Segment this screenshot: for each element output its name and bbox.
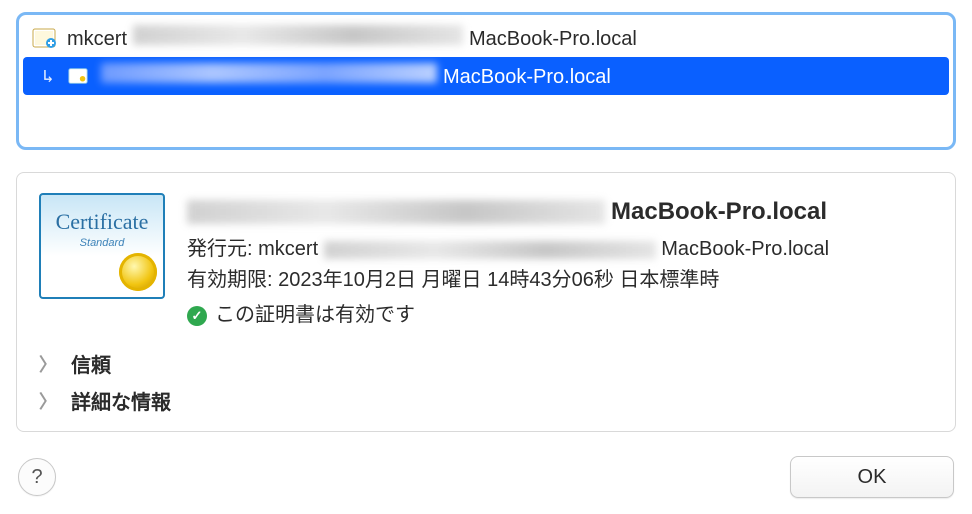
expiry-row: 有効期限: 2023年10月2日 月曜日 14時43分06秒 日本標準時: [187, 265, 933, 296]
redacted-text: [324, 241, 656, 259]
badge-title: Certificate: [56, 209, 149, 235]
certificate-row-root[interactable]: mkcert MacBook-Pro.local: [23, 19, 949, 57]
certificate-detail-panel: Certificate Standard MacBook-Pro.local 発…: [16, 172, 956, 432]
expiry-value: 2023年10月2日 月曜日 14時43分06秒 日本標準時: [278, 269, 719, 291]
validity-status-text: この証明書は有効です: [215, 300, 415, 331]
issuer-label: 発行元:: [187, 238, 253, 260]
expiry-label: 有効期限:: [187, 269, 273, 291]
root-cert-prefix: mkcert: [67, 28, 127, 51]
leaf-cert-suffix: MacBook-Pro.local: [443, 66, 611, 89]
certificate-badge-icon: Certificate Standard: [39, 193, 165, 299]
issuer-row: 発行元: mkcert MacBook-Pro.local: [187, 234, 933, 265]
trust-disclosure[interactable]: 〉 信頼: [39, 349, 933, 378]
issuer-prefix: mkcert: [258, 238, 318, 260]
ca-certificate-icon: [31, 25, 57, 51]
help-icon: ?: [31, 466, 42, 489]
trust-label: 信頼: [71, 349, 111, 378]
certificate-title: MacBook-Pro.local: [187, 193, 933, 230]
certificate-chain-list[interactable]: mkcert MacBook-Pro.local ↳ MacBook-Pro.l…: [16, 12, 956, 150]
badge-subtitle: Standard: [80, 237, 125, 249]
redacted-text: [187, 200, 605, 224]
root-cert-suffix: MacBook-Pro.local: [469, 28, 637, 51]
chevron-right-icon: 〉: [39, 351, 57, 377]
help-button[interactable]: ?: [18, 458, 56, 496]
redacted-text: [101, 63, 437, 83]
details-label: 詳細な情報: [71, 386, 171, 415]
checkmark-icon: ✓: [187, 306, 207, 326]
validity-status: ✓ この証明書は有効です: [187, 300, 933, 331]
certificate-icon: [65, 63, 91, 89]
ok-button-label: OK: [858, 466, 887, 489]
tree-indent-arrow: ↳: [31, 66, 65, 87]
certificate-title-suffix: MacBook-Pro.local: [611, 193, 827, 230]
issuer-suffix: MacBook-Pro.local: [661, 238, 829, 260]
chevron-right-icon: 〉: [39, 388, 57, 414]
certificate-row-leaf[interactable]: ↳ MacBook-Pro.local: [23, 57, 949, 95]
ok-button[interactable]: OK: [790, 456, 954, 498]
details-disclosure[interactable]: 〉 詳細な情報: [39, 386, 933, 415]
redacted-text: [133, 25, 463, 45]
dialog-footer: ? OK: [16, 456, 956, 500]
